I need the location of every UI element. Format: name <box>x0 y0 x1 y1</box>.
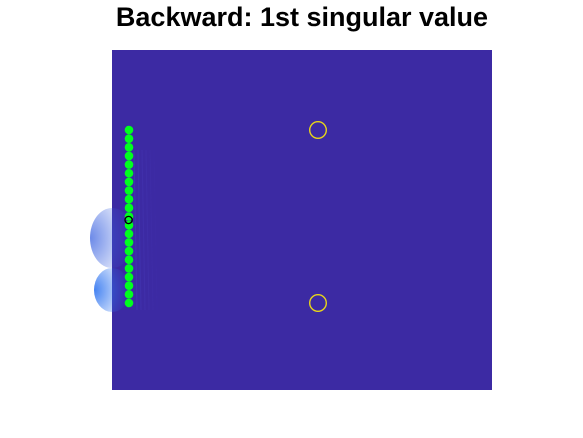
series-1-point-15 <box>124 246 134 256</box>
series-1-point-5 <box>124 160 134 169</box>
series-1-point-13 <box>124 229 134 239</box>
intensity-field <box>90 50 492 390</box>
series-1-point-4 <box>124 151 134 161</box>
series-1-point-8 <box>124 186 134 195</box>
series-1-point-18 <box>124 272 134 282</box>
series-1-point-9 <box>124 194 134 204</box>
series-1-point-16 <box>124 255 134 265</box>
field-background <box>112 50 492 390</box>
series-1-point-20 <box>124 290 134 299</box>
series-1-point-21 <box>124 298 134 308</box>
field-hotspot-2 <box>94 268 130 312</box>
series-1-point-14 <box>124 238 134 247</box>
series-1-point-19 <box>124 281 134 291</box>
series-1-point-10 <box>124 203 134 213</box>
series-1-point-3 <box>124 143 134 152</box>
series-1-point-1 <box>124 125 134 135</box>
series-1-point-2 <box>124 134 134 143</box>
series-1-point-17 <box>124 264 134 273</box>
chart-plot <box>90 50 492 390</box>
series-1-point-6 <box>124 168 134 178</box>
series-1-point-7 <box>124 177 134 187</box>
